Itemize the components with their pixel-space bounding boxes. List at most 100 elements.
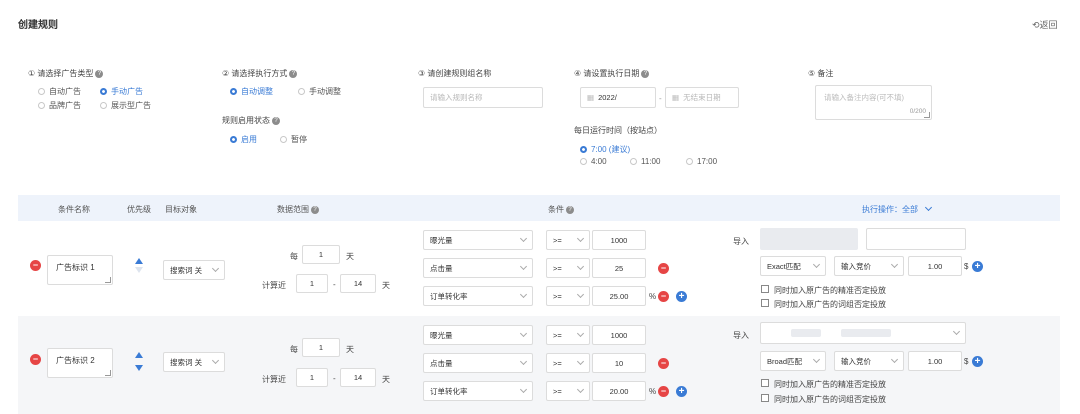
- metric-select[interactable]: 曝光量: [423, 230, 533, 250]
- calc-label: 计算近: [262, 375, 286, 384]
- every-input[interactable]: 1: [302, 338, 340, 357]
- add-condition-button[interactable]: +: [676, 291, 687, 302]
- bid-input[interactable]: 1.00: [908, 256, 962, 276]
- threshold-input[interactable]: 1000: [592, 325, 646, 345]
- metric-select[interactable]: 订单转化率: [423, 381, 533, 401]
- priority-up-icon[interactable]: [135, 258, 143, 264]
- calc-unit: 天: [382, 375, 390, 384]
- help-icon[interactable]: ?: [289, 70, 298, 78]
- chevron-down-icon: [812, 355, 821, 364]
- chevron-down-icon: [576, 290, 585, 299]
- bid-type-select[interactable]: 输入竞价: [834, 256, 904, 276]
- add-action-button[interactable]: +: [972, 356, 983, 367]
- help-icon[interactable]: ?: [566, 206, 574, 214]
- operator-select[interactable]: >=: [546, 325, 590, 345]
- remove-row-button[interactable]: −: [30, 260, 41, 271]
- match-type-select[interactable]: Broad匹配: [760, 351, 826, 371]
- calc-to-input[interactable]: 14: [340, 274, 376, 293]
- operator-select[interactable]: >=: [546, 286, 590, 306]
- time-option-4[interactable]: 4:00: [580, 157, 607, 166]
- match-type-select[interactable]: Exact匹配: [760, 256, 826, 276]
- end-date-input[interactable]: ▦ 无结束日期: [665, 87, 739, 108]
- daily-time-label: 每日运行时间（按站点）: [574, 126, 662, 135]
- priority-down-icon[interactable]: [135, 365, 143, 371]
- rule-status-paused[interactable]: 暂停: [280, 134, 307, 145]
- threshold-input[interactable]: 25.00: [592, 286, 646, 306]
- time-option-11[interactable]: 11:00: [630, 157, 660, 166]
- th-condition: 条件?: [548, 204, 574, 215]
- chevron-down-icon: [519, 385, 528, 394]
- chevron-down-icon: [519, 329, 528, 338]
- help-icon[interactable]: ?: [641, 70, 650, 78]
- condition-name-input[interactable]: 广告标识 1: [47, 255, 113, 285]
- radio-icon: [38, 88, 45, 95]
- radio-checked-icon: [580, 146, 587, 153]
- ad-type-auto[interactable]: 自动广告: [38, 86, 81, 97]
- add-condition-button[interactable]: +: [676, 386, 687, 397]
- calc-from-input[interactable]: 1: [296, 368, 328, 387]
- currency-label: $: [964, 357, 969, 366]
- chevron-down-icon: [519, 290, 528, 299]
- target-select[interactable]: 搜索词 关: [163, 260, 225, 280]
- time-option-7[interactable]: 7:00 (建议): [580, 144, 630, 155]
- every-input[interactable]: 1: [302, 245, 340, 264]
- help-icon[interactable]: ?: [95, 70, 104, 78]
- ad-type-manual[interactable]: 手动广告: [100, 86, 143, 97]
- metric-select[interactable]: 点击量: [423, 258, 533, 278]
- remove-condition-button[interactable]: −: [658, 263, 669, 274]
- priority-up-icon[interactable]: [135, 352, 143, 358]
- exact-negative-checkbox[interactable]: [761, 285, 769, 293]
- exact-negative-label: 同时加入原广告的精准否定投放: [774, 286, 886, 295]
- back-link[interactable]: ⟲返回: [1032, 18, 1058, 31]
- operator-select[interactable]: >=: [546, 258, 590, 278]
- rule-group-input[interactable]: 请输入规则名称: [423, 87, 543, 108]
- remove-row-button[interactable]: −: [30, 354, 41, 365]
- metric-select[interactable]: 点击量: [423, 353, 533, 373]
- start-date-input[interactable]: ▦ 2022/: [580, 87, 656, 108]
- phrase-negative-label: 同时加入原广告的词组否定投放: [774, 300, 886, 309]
- time-option-17[interactable]: 17:00: [686, 157, 717, 166]
- redacted-campaign-field[interactable]: [760, 228, 858, 250]
- metric-select[interactable]: 订单转化率: [423, 286, 533, 306]
- threshold-input[interactable]: 25: [592, 258, 646, 278]
- remove-condition-button[interactable]: −: [658, 291, 669, 302]
- ad-type-brand[interactable]: 品牌广告: [38, 100, 81, 111]
- condition-name-input[interactable]: 广告标识 2: [47, 348, 113, 378]
- phrase-negative-checkbox[interactable]: [761, 299, 769, 307]
- operator-select[interactable]: >=: [546, 230, 590, 250]
- help-icon[interactable]: ?: [272, 117, 280, 125]
- target-select[interactable]: 搜索词 关: [163, 352, 225, 372]
- th-action[interactable]: 执行操作：全部: [862, 203, 933, 215]
- exec-mode-auto[interactable]: 自动调整: [230, 86, 273, 97]
- page-title: 创建规则: [18, 20, 58, 31]
- threshold-input[interactable]: 10: [592, 353, 646, 373]
- rule-status-enabled[interactable]: 启用: [230, 134, 257, 145]
- operator-select[interactable]: >=: [546, 353, 590, 373]
- rule-status-label: 规则启用状态?: [222, 115, 280, 126]
- add-action-button[interactable]: +: [972, 261, 983, 272]
- remark-textarea[interactable]: 请输入备注内容(可不填) 0/200: [815, 85, 932, 120]
- calc-label: 计算近: [262, 281, 286, 290]
- operator-select[interactable]: >=: [546, 381, 590, 401]
- chevron-down-icon: [576, 329, 585, 338]
- threshold-input[interactable]: 20.00: [592, 381, 646, 401]
- currency-label: $: [964, 262, 969, 271]
- metric-select[interactable]: 曝光量: [423, 325, 533, 345]
- bid-input[interactable]: 1.00: [908, 351, 962, 371]
- chevron-down-icon: [519, 357, 528, 366]
- ad-type-display[interactable]: 展示型广告: [100, 100, 151, 111]
- calc-to-input[interactable]: 14: [340, 368, 376, 387]
- bid-type-select[interactable]: 输入竞价: [834, 351, 904, 371]
- calc-from-input[interactable]: 1: [296, 274, 328, 293]
- campaign-adgroup-select[interactable]: [760, 322, 966, 344]
- exec-mode-manual[interactable]: 手动调整: [298, 86, 341, 97]
- threshold-input[interactable]: 1000: [592, 230, 646, 250]
- chevron-down-icon: [519, 234, 528, 243]
- chevron-down-icon: [576, 234, 585, 243]
- remove-condition-button[interactable]: −: [658, 358, 669, 369]
- help-icon[interactable]: ?: [311, 206, 319, 214]
- phrase-negative-checkbox[interactable]: [761, 394, 769, 402]
- exact-negative-checkbox[interactable]: [761, 379, 769, 387]
- adgroup-select[interactable]: [866, 228, 966, 250]
- remove-condition-button[interactable]: −: [658, 386, 669, 397]
